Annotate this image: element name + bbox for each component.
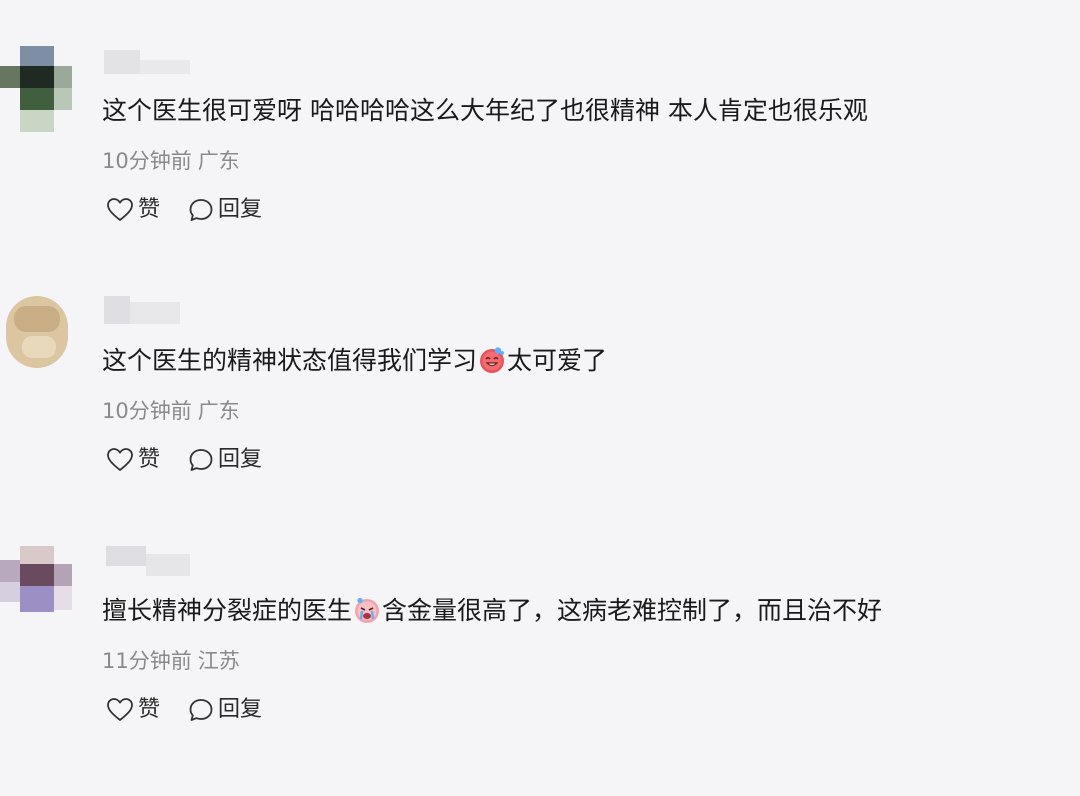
avatar[interactable]: [0, 46, 72, 132]
comment-time: 11分钟前: [102, 649, 192, 673]
like-button[interactable]: 赞: [106, 445, 160, 475]
comment-actions: 赞 回复: [106, 692, 290, 728]
comment-text-part: 这个医生的精神状态值得我们学习: [102, 346, 478, 375]
comment-text-part: 擅长精神分裂症的医生: [102, 596, 353, 625]
comment-text: 擅长精神分裂症的医生 含金量很高了，这病老难控制了，而且治不好: [102, 594, 882, 628]
comment-location: 江苏: [197, 649, 240, 673]
crying-emoji: [355, 597, 380, 623]
comment-text: 这个医生的精神状态值得我们学习 太可爱了: [102, 344, 607, 378]
avatar[interactable]: [0, 296, 72, 382]
heart-icon: [107, 198, 133, 221]
laughing-crying-emoji: [480, 347, 505, 373]
comment-meta: 11分钟前 江苏: [102, 647, 240, 675]
comment-bubble-icon: [189, 199, 213, 221]
comment-time: 10分钟前: [102, 149, 192, 173]
comment-bubble-icon: [189, 699, 213, 721]
comment-location: 广东: [197, 399, 240, 423]
comment-text-part: 太可爱了: [507, 346, 608, 375]
like-button[interactable]: 赞: [106, 695, 160, 725]
reply-button[interactable]: 回复: [188, 445, 262, 475]
comment-item: 这个医生很可爱呀 哈哈哈哈这么大年纪了也很精神 本人肯定也很乐观 10分钟前 广东…: [0, 46, 1080, 296]
heart-icon: [107, 448, 133, 471]
reply-button[interactable]: 回复: [188, 695, 262, 725]
comment-meta: 10分钟前 广东: [102, 147, 240, 175]
reply-label: 回复: [218, 697, 263, 722]
comment-text-part: 含金量很高了，这病老难控制了，而且治不好: [382, 596, 883, 625]
heart-icon: [107, 698, 133, 721]
comment-actions: 赞 回复: [106, 192, 290, 228]
comment-bubble-icon: [189, 449, 213, 471]
username-blurred[interactable]: [90, 546, 200, 578]
comment-item: 这个医生的精神状态值得我们学习 太可爱了 10分钟前 广东 赞 回复: [0, 296, 1080, 546]
comment-location: 广东: [197, 149, 240, 173]
reply-button[interactable]: 回复: [188, 195, 262, 225]
like-label: 赞: [138, 447, 161, 472]
avatar[interactable]: [0, 546, 72, 632]
like-label: 赞: [138, 697, 161, 722]
comment-meta: 10分钟前 广东: [102, 397, 240, 425]
comment-text: 这个医生很可爱呀 哈哈哈哈这么大年纪了也很精神 本人肯定也很乐观: [102, 94, 868, 128]
comment-actions: 赞 回复: [106, 442, 290, 478]
reply-label: 回复: [218, 447, 263, 472]
like-button[interactable]: 赞: [106, 195, 160, 225]
reply-label: 回复: [218, 197, 263, 222]
like-label: 赞: [138, 197, 161, 222]
comment-item: 擅长精神分裂症的医生 含金量很高了，这病老难控制了，而且治不好 11分钟前 江苏 赞…: [0, 546, 1080, 796]
comment-time: 10分钟前: [102, 399, 192, 423]
username-blurred[interactable]: [90, 46, 200, 78]
username-blurred[interactable]: [90, 296, 200, 328]
comment-text-part: 这个医生很可爱呀 哈哈哈哈这么大年纪了也很精神 本人肯定也很乐观: [102, 96, 868, 125]
